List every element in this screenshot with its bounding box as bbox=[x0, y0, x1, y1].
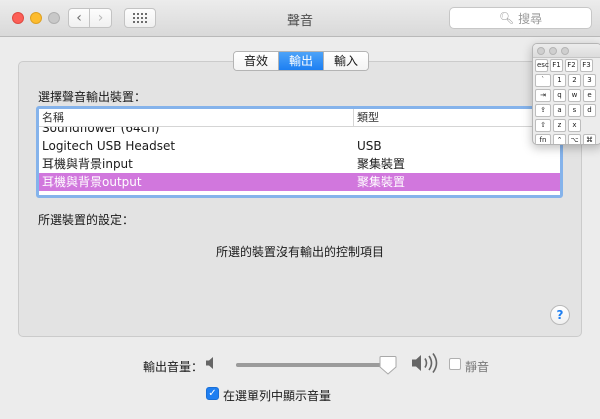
show-volume-in-menubar-checkbox[interactable]: ✓ bbox=[206, 387, 219, 400]
show-volume-in-menubar-label: 在選單列中顯示音量 bbox=[223, 389, 332, 403]
device-type: 聚集裝置 bbox=[357, 157, 406, 171]
keyboard-key[interactable]: ⌥ bbox=[568, 134, 581, 144]
help-button[interactable]: ? bbox=[550, 305, 570, 325]
table-row-selected[interactable]: 耳機與背景output 聚集裝置 bbox=[39, 173, 560, 191]
volume-slider[interactable] bbox=[236, 363, 396, 367]
minimize-window-button[interactable] bbox=[549, 47, 557, 55]
speaker-low-icon bbox=[206, 357, 213, 369]
keyboard-key[interactable]: esc bbox=[535, 59, 549, 72]
keyboard-key[interactable]: F2 bbox=[565, 59, 578, 72]
keyboard-key[interactable]: ⌃ bbox=[553, 134, 566, 144]
keyboard-key[interactable]: ⇥ bbox=[535, 89, 551, 102]
keyboard-key[interactable]: 1 bbox=[553, 74, 566, 87]
table-header: 名稱 類型 bbox=[39, 109, 560, 127]
mute-checkbox[interactable] bbox=[449, 358, 461, 370]
select-device-label: 選擇聲音輸出裝置： bbox=[38, 90, 147, 104]
keyboard-key[interactable]: e bbox=[583, 89, 596, 102]
keyboard-row: fn ⌃ ⌥ ⌘ bbox=[533, 133, 600, 144]
device-list: Soundflower (64ch) Logitech USB Headset … bbox=[39, 127, 560, 195]
volume-slider-handle[interactable] bbox=[379, 355, 397, 375]
keyboard-key[interactable]: s bbox=[568, 104, 581, 117]
keyboard-key[interactable]: q bbox=[553, 89, 566, 102]
column-header-type[interactable]: 類型 bbox=[354, 109, 560, 126]
column-header-name[interactable]: 名稱 bbox=[39, 109, 354, 126]
keyboard-key[interactable]: d bbox=[583, 104, 596, 117]
keyboard-row: ⇥ q w e bbox=[533, 88, 600, 103]
keyboard-key[interactable]: x bbox=[568, 119, 581, 132]
keyboard-key[interactable]: F3 bbox=[580, 59, 593, 72]
keyboard-row: ⇪ a s d bbox=[533, 103, 600, 118]
output-volume-label: 輸出音量： bbox=[143, 360, 204, 374]
tab-sound-effects[interactable]: 音效 bbox=[234, 52, 280, 70]
device-settings-label: 所選裝置的設定： bbox=[38, 213, 135, 227]
tab-output[interactable]: 輸出 bbox=[279, 52, 325, 70]
keyboard-row: ⇧ z x bbox=[533, 118, 600, 133]
device-name: 耳機與背景output bbox=[42, 175, 142, 189]
device-type: USB bbox=[357, 139, 382, 153]
keyboard-row: ` 1 2 3 bbox=[533, 73, 600, 88]
table-row[interactable]: Soundflower (64ch) bbox=[39, 127, 560, 137]
keyboard-row: esc F1 F2 F3 bbox=[533, 58, 600, 73]
tab-bar: 音效 輸出 輸入 bbox=[233, 51, 370, 71]
keyboard-key[interactable]: w bbox=[568, 89, 581, 102]
keyboard-key[interactable]: ⇪ bbox=[535, 104, 551, 117]
keyboard-key[interactable]: fn bbox=[535, 134, 551, 144]
keyboard-viewer-title-bar bbox=[533, 44, 600, 58]
keyboard-keys: esc F1 F2 F3 ` 1 2 3 ⇥ q w e ⇪ a s d ⇧ z x fn ⌃ ⌥ ⌘ bbox=[533, 58, 600, 144]
search-placeholder: 搜尋 bbox=[518, 11, 543, 26]
output-device-table[interactable]: 名稱 類型 Soundflower (64ch) Logitech USB He… bbox=[36, 106, 563, 198]
tab-input[interactable]: 輸入 bbox=[324, 52, 369, 70]
search-input[interactable]: 🔍︎ 搜尋 bbox=[449, 7, 592, 29]
keyboard-key[interactable]: ` bbox=[535, 74, 551, 87]
device-name: Soundflower (64ch) bbox=[42, 127, 160, 135]
mute-label: 靜音 bbox=[465, 360, 490, 374]
device-type bbox=[354, 127, 560, 137]
keyboard-viewer-window[interactable]: esc F1 F2 F3 ` 1 2 3 ⇥ q w e ⇪ a s d ⇧ z x fn ⌃ ⌥ ⌘ bbox=[532, 43, 600, 145]
title-bar: ‹ › 聲音 🔍︎ 搜尋 bbox=[0, 0, 600, 37]
keyboard-key[interactable]: ⇧ bbox=[535, 119, 551, 132]
device-name: 耳機與背景input bbox=[42, 157, 133, 171]
close-window-button[interactable] bbox=[537, 47, 545, 55]
device-name: Logitech USB Headset bbox=[42, 139, 176, 153]
checkmark-icon: ✓ bbox=[208, 388, 217, 399]
search-icon: 🔍︎ bbox=[498, 11, 515, 25]
keyboard-key[interactable]: 2 bbox=[568, 74, 581, 87]
keyboard-key[interactable]: a bbox=[553, 104, 566, 117]
volume-slider-fill bbox=[236, 363, 388, 367]
keyboard-key[interactable]: 3 bbox=[583, 74, 596, 87]
table-row[interactable]: Logitech USB Headset USB bbox=[39, 137, 560, 155]
device-type: 聚集裝置 bbox=[357, 175, 406, 189]
table-row[interactable]: 耳機與背景input 聚集裝置 bbox=[39, 155, 560, 173]
keyboard-key[interactable]: z bbox=[553, 119, 566, 132]
keyboard-key[interactable]: ⌘ bbox=[583, 134, 596, 144]
speaker-high-icon bbox=[412, 353, 438, 373]
keyboard-key[interactable]: F1 bbox=[550, 59, 563, 72]
no-controls-message: 所選的裝置沒有輸出的控制項目 bbox=[215, 245, 384, 259]
zoom-window-button[interactable] bbox=[561, 47, 569, 55]
